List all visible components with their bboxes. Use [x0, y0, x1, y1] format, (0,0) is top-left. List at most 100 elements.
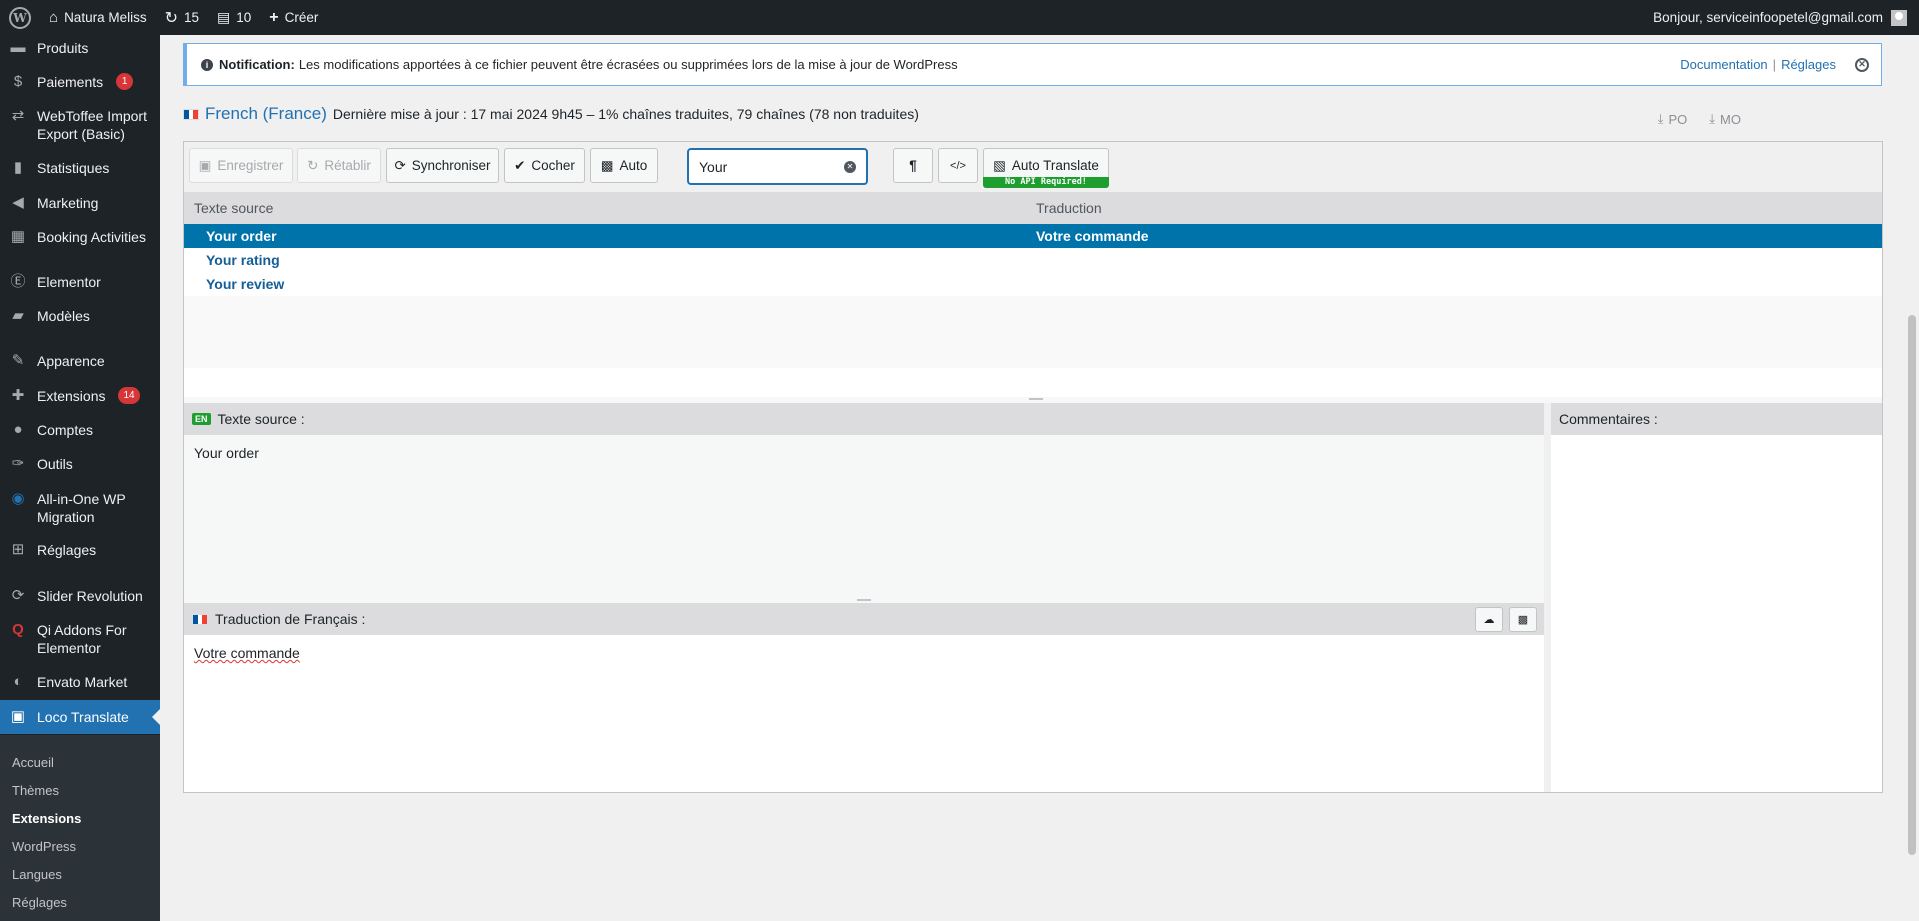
updates-icon: ↻	[164, 9, 178, 27]
page-scrollbar[interactable]	[1905, 35, 1919, 921]
calendar-icon: ▦	[10, 228, 26, 245]
sidebar-item-modeles[interactable]: ▰ Modèles	[0, 307, 160, 325]
new-content-menu[interactable]: + Créer	[260, 0, 327, 35]
translate-icon: ▧	[993, 157, 1006, 173]
source-text-area: Your order	[184, 435, 1544, 590]
new-content-label: Créer	[284, 10, 319, 25]
lang-badge: EN	[192, 413, 211, 425]
site-name-menu[interactable]: ⌂ Natura Meliss	[40, 0, 156, 35]
table-row[interactable]: Your review	[184, 272, 1882, 296]
empty-row	[184, 344, 1882, 368]
my-account-menu[interactable]: Bonjour, serviceinfoopetel@gmail.com	[1653, 9, 1919, 26]
no-api-badge: No API Required!	[983, 177, 1109, 188]
sidebar-item-apparence[interactable]: ✎ Apparence	[0, 352, 160, 370]
comments-pane-header: Commentaires :	[1551, 403, 1882, 435]
checkmark-icon: ✔	[514, 157, 526, 173]
save-button[interactable]: ▣ Enregistrer	[189, 148, 293, 183]
sync-button[interactable]: ⟳ Synchroniser	[386, 148, 499, 183]
sidebar-item-statistiques[interactable]: ▮ Statistiques	[0, 159, 160, 177]
submenu-reglages[interactable]: Réglages	[12, 895, 67, 910]
translate-icon: ▣	[10, 708, 26, 725]
close-icon[interactable]: ✕	[1855, 57, 1869, 72]
grid-resize-handle[interactable]	[1029, 398, 1043, 400]
extensions-badge: 14	[118, 387, 140, 404]
po-file-header: French (France) Dernière mise à jour : 1…	[183, 104, 919, 124]
notice-links: Documentation | Réglages ✕	[1680, 57, 1881, 72]
sidebar-item-envato[interactable]: ◐ Envato Market	[0, 673, 160, 691]
france-flag-icon	[192, 613, 208, 625]
bar-chart-icon: ▮	[13, 159, 23, 176]
sidebar-item-aio-migration[interactable]: ◉ All-in-One WP Migration	[0, 490, 160, 526]
pane-resize-handle[interactable]	[857, 599, 871, 601]
sidebar-item-produits[interactable]: ▬ Produits	[0, 39, 160, 57]
updates-count: 15	[184, 10, 200, 25]
sidebar-item-qi-addons[interactable]: Q Qi Addons For Elementor	[0, 621, 160, 657]
submenu-themes[interactable]: Thèmes	[12, 783, 59, 798]
translation-pane-title: Traduction de Français :	[215, 611, 366, 627]
empty-row	[184, 296, 1882, 320]
invisibles-button[interactable]: ¶	[893, 148, 933, 183]
wp-logo-menu[interactable]: W	[0, 0, 40, 35]
fuzzy-button[interactable]: ✔ Cocher	[504, 148, 585, 183]
admin-bar: W ⌂ Natura Meliss ↻ 15 ▤ 10 + Créer Bonj…	[0, 0, 1919, 35]
settings-link[interactable]: Réglages	[1781, 57, 1836, 72]
table-row[interactable]: Your order Votre commande	[184, 224, 1882, 248]
submenu-langues[interactable]: Langues	[12, 867, 62, 882]
language-name[interactable]: French (France)	[205, 104, 327, 124]
sidebar-item-reglages[interactable]: ⊞ Réglages	[0, 541, 160, 559]
table-row[interactable]: Your rating	[184, 248, 1882, 272]
brush-icon: ✎	[11, 352, 25, 369]
sidebar-item-webtoffee[interactable]: ⇄ WebToffee Import Export (Basic)	[0, 107, 160, 143]
sidebar-item-marketing[interactable]: ◀ Marketing	[0, 194, 160, 212]
submenu-wordpress[interactable]: WordPress	[12, 839, 76, 854]
sidebar-item-extensions[interactable]: ✚ Extensions 14	[0, 387, 160, 405]
qi-icon: Q	[12, 621, 24, 638]
wordpress-icon: W	[9, 6, 31, 29]
sidebar-item-elementor[interactable]: Ⓔ Elementor	[0, 273, 160, 291]
info-icon: i	[201, 58, 213, 71]
notice-separator: |	[1772, 57, 1777, 72]
comments-menu[interactable]: ▤ 10	[208, 0, 260, 35]
download-links: ⤓ PO ⤓ MO	[1658, 111, 1741, 127]
sidebar-item-loco-translate[interactable]: ▣ Loco Translate	[0, 700, 160, 734]
translation-text: Votre commande	[194, 645, 300, 661]
documentation-link[interactable]: Documentation	[1680, 57, 1767, 72]
scrollbar-thumb[interactable]	[1908, 315, 1916, 855]
cloud-translate-button[interactable]: ☁	[1475, 607, 1503, 632]
updates-menu[interactable]: ↻ 15	[156, 0, 208, 35]
submenu-extensions[interactable]: Extensions	[12, 811, 81, 826]
code-view-button[interactable]: </>	[938, 148, 978, 183]
strings-grid: Texte source Traduction Your order Votre…	[184, 192, 1882, 397]
editor-toolbar: ▣ Enregistrer ↻ Rétablir ⟳ Synchroniser …	[184, 142, 1882, 192]
loco-submenu: Accueil Thèmes Extensions WordPress Lang…	[0, 735, 160, 921]
revert-button[interactable]: ↻ Rétablir	[297, 148, 381, 183]
download-po-button[interactable]: ⤓ PO	[1658, 111, 1688, 127]
sidebar-item-paiements[interactable]: $ Paiements 1	[0, 73, 160, 91]
sidebar-item-booking[interactable]: ▦ Booking Activities	[0, 228, 160, 246]
robot-translate-button[interactable]: ▩	[1509, 607, 1537, 632]
file-meta: Dernière mise à jour : 17 mai 2024 9h45 …	[332, 106, 919, 122]
column-source[interactable]: Texte source	[184, 200, 1034, 216]
wrench-icon: ✑	[11, 455, 25, 472]
auto-button[interactable]: ▩ Auto	[590, 148, 658, 183]
save-icon: ▣	[198, 157, 212, 173]
archive-icon: ▬	[10, 39, 26, 56]
notice-text: Les modifications apportées à ce fichier…	[298, 57, 958, 72]
dollar-icon: $	[13, 73, 23, 90]
robot-icon: ▩	[1517, 614, 1529, 626]
search-input[interactable]	[699, 158, 839, 175]
translation-text-area[interactable]: Votre commande	[184, 635, 1544, 792]
vertical-divider[interactable]	[1544, 403, 1551, 792]
column-translation[interactable]: Traduction	[1034, 200, 1102, 216]
plus-icon: +	[269, 8, 279, 26]
notification-banner: i Notification: Les modifications apport…	[183, 43, 1882, 86]
sidebar-item-comptes[interactable]: ● Comptes	[0, 421, 160, 439]
submenu-accueil[interactable]: Accueil	[12, 755, 54, 770]
clear-search-icon[interactable]: ✕	[844, 160, 856, 173]
settings-icon: ⊞	[11, 541, 25, 558]
download-mo-button[interactable]: ⤓ MO	[1709, 111, 1741, 127]
admin-sidebar: ▬ Produits $ Paiements 1 ⇄ WebToffee Imp…	[0, 35, 160, 921]
sidebar-item-outils[interactable]: ✑ Outils	[0, 455, 160, 473]
sidebar-item-slider-revolution[interactable]: ⟳ Slider Revolution	[0, 587, 160, 605]
notice-label: Notification:	[219, 57, 295, 72]
